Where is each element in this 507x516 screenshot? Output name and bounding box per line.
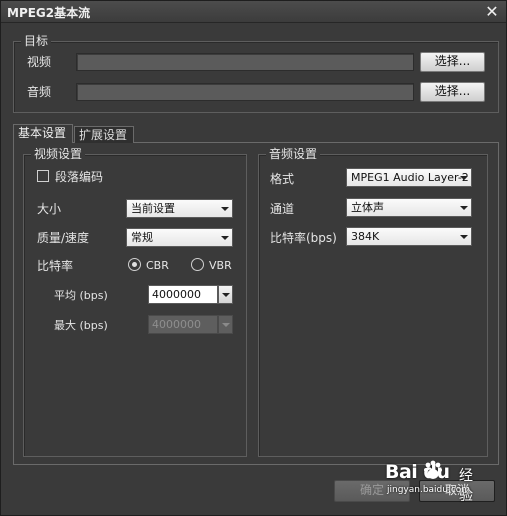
video-settings-title: 视频设置 xyxy=(31,147,86,161)
max-bitrate-input: 4000000 xyxy=(148,315,218,334)
vbr-radio[interactable] xyxy=(191,258,204,271)
chevron-down-icon xyxy=(221,207,229,211)
tab-basic-settings[interactable]: 基本设置 xyxy=(13,124,73,143)
channel-label: 通道 xyxy=(270,202,295,216)
segment-encoding-label: 段落编码 xyxy=(55,170,104,184)
audio-bitrate-select[interactable]: 384K xyxy=(346,227,472,246)
audio-format-value: MPEG1 Audio Layer-2 xyxy=(351,171,469,184)
baidu-jingyan-watermark: Bai du 经验 jingyan.baidu.com xyxy=(385,459,485,504)
chevron-down-icon xyxy=(460,176,468,180)
avg-bitrate-input[interactable]: 4000000 xyxy=(148,285,218,304)
vbr-label: VBR xyxy=(209,259,232,272)
video-path-field[interactable] xyxy=(76,53,414,71)
audio-channel-value: 立体声 xyxy=(351,201,384,214)
audio-select-button[interactable]: 选择... xyxy=(420,82,485,102)
quality-select[interactable]: 常规 xyxy=(126,228,233,247)
max-bitrate-combo: 4000000 xyxy=(148,315,233,334)
chevron-down-icon xyxy=(222,293,230,297)
tab-extended-settings[interactable]: 扩展设置 xyxy=(74,126,134,143)
avg-bitrate-label: 平均 (bps) xyxy=(54,289,108,302)
size-select[interactable]: 当前设置 xyxy=(126,199,233,218)
bitrate-label: 比特率 xyxy=(37,259,74,273)
audio-settings-title: 音频设置 xyxy=(266,147,321,161)
quality-select-value: 常规 xyxy=(131,231,153,244)
mpeg2-export-dialog: MPEG2基本流 ✕ 目标 视频 选择... 音频 选择... 基本设置 扩展设… xyxy=(0,0,507,516)
paw-logo-icon xyxy=(424,460,442,479)
video-select-button[interactable]: 选择... xyxy=(420,52,485,72)
chevron-down-icon xyxy=(460,206,468,210)
window-title: MPEG2基本流 xyxy=(7,6,91,20)
audio-label: 音频 xyxy=(27,85,52,99)
chevron-down-icon xyxy=(460,235,468,239)
segment-encoding-checkbox[interactable] xyxy=(37,170,49,182)
audio-bitrate-value: 384K xyxy=(351,230,380,243)
audio-channel-select[interactable]: 立体声 xyxy=(346,198,472,217)
quality-label: 质量/速度 xyxy=(37,231,90,245)
title-bar[interactable]: MPEG2基本流 ✕ xyxy=(1,1,506,23)
cbr-label: CBR xyxy=(146,259,169,272)
format-label: 格式 xyxy=(270,172,295,186)
max-bitrate-label: 最大 (bps) xyxy=(54,319,108,332)
avg-bitrate-dropdown-button[interactable] xyxy=(218,285,233,304)
chevron-down-icon xyxy=(221,236,229,240)
audio-bitrate-label: 比特率(bps) xyxy=(270,231,337,245)
max-bitrate-dropdown-button xyxy=(218,315,233,334)
chevron-down-icon xyxy=(222,323,230,327)
video-label: 视频 xyxy=(27,55,52,69)
close-icon[interactable]: ✕ xyxy=(482,2,502,22)
size-select-value: 当前设置 xyxy=(131,202,175,215)
audio-format-select[interactable]: MPEG1 Audio Layer-2 xyxy=(346,168,472,187)
cbr-radio[interactable] xyxy=(128,258,141,271)
target-group-title: 目标 xyxy=(21,34,52,48)
size-label: 大小 xyxy=(37,202,62,216)
watermark-url: jingyan.baidu.com xyxy=(387,485,471,495)
audio-path-field[interactable] xyxy=(76,83,414,101)
avg-bitrate-combo[interactable]: 4000000 xyxy=(148,285,233,304)
